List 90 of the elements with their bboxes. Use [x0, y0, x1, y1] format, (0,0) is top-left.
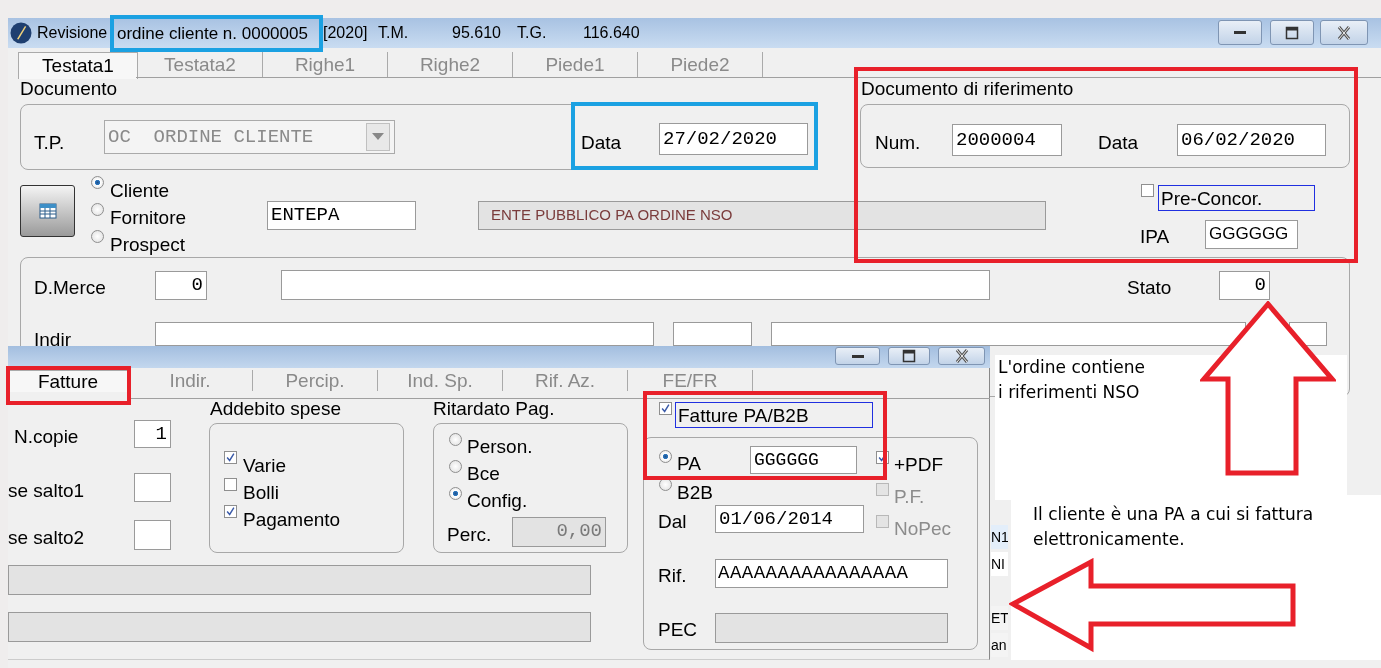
field-label: PEC — [658, 619, 698, 641]
checkbox[interactable] — [1141, 184, 1154, 197]
input-field: 0,00 — [512, 517, 606, 547]
checkbox-label: NoPec — [894, 518, 952, 540]
minimize-button[interactable] — [835, 347, 880, 365]
field-label: Dal — [658, 511, 687, 533]
input-field[interactable] — [155, 322, 654, 346]
table-cell: ET — [991, 606, 1008, 630]
total-value: 95.610 — [452, 23, 501, 43]
field-label: Perc. — [447, 524, 492, 546]
tab[interactable]: Testata1 — [18, 52, 138, 79]
input-field[interactable]: 0 — [1219, 271, 1270, 300]
table-button[interactable] — [20, 185, 75, 237]
field-label: Data — [581, 132, 622, 154]
checkbox[interactable] — [224, 451, 237, 464]
caret-icon — [366, 123, 390, 151]
input-field[interactable]: GGGGGG — [750, 446, 857, 474]
input-field[interactable]: ENTEPA — [267, 201, 416, 230]
input-field[interactable]: GGGGGG — [1205, 220, 1298, 249]
maximize-button[interactable] — [1270, 20, 1314, 45]
checkmark-icon — [225, 506, 236, 517]
field-label: Ritardato Pag. — [433, 398, 555, 420]
radio-label[interactable]: Bce — [467, 463, 500, 485]
pen-icon — [10, 22, 32, 44]
input-field[interactable] — [134, 473, 171, 502]
checkbox-label[interactable]: Varie — [243, 455, 286, 477]
field-label: Indir — [34, 329, 71, 351]
table-icon — [38, 202, 57, 220]
field-label: Documento — [20, 78, 118, 100]
dropdown: OC ORDINE CLIENTE — [104, 120, 395, 154]
input-field[interactable]: 1 — [134, 420, 171, 448]
checkbox-label[interactable]: +PDF — [894, 454, 944, 476]
checkbox[interactable] — [224, 478, 237, 491]
field-label: Data — [1098, 132, 1139, 154]
radio-label[interactable]: B2B — [677, 482, 713, 504]
close-button[interactable] — [938, 347, 985, 365]
input-field[interactable] — [771, 322, 1246, 346]
input-field[interactable]: 0 — [155, 271, 207, 300]
radio-label[interactable]: Person. — [467, 436, 533, 458]
checkmark-icon — [660, 403, 671, 414]
field-label: Stato — [1127, 277, 1172, 299]
window-title: ordine cliente n. 0000005 — [110, 15, 323, 52]
table-cell: NI — [991, 552, 1008, 576]
table-cell: N1 — [991, 525, 1008, 549]
radio-label[interactable]: Prospect — [110, 234, 185, 256]
close-button[interactable] — [1320, 20, 1368, 45]
input-field[interactable] — [134, 520, 171, 550]
checkbox-label[interactable]: Pagamento — [243, 509, 341, 531]
field-label: se salto1 — [8, 480, 85, 502]
total-value: 116.640 — [583, 23, 640, 43]
maximize-button[interactable] — [888, 347, 930, 365]
checkbox-label[interactable]: Pre-Concor. — [1158, 185, 1315, 211]
radio-label[interactable]: Fornitore — [110, 207, 187, 229]
checkmark-icon — [225, 452, 236, 463]
table-cell: an — [991, 633, 1008, 657]
radio-label[interactable]: PA — [677, 453, 701, 475]
minimize-icon — [1234, 31, 1246, 34]
input-field: ENTE PUBBLICO PA ORDINE NSO — [478, 201, 1046, 230]
note-text: L'ordine contiene i riferimenti NSO — [998, 356, 1145, 404]
checkbox-label[interactable]: Bolli — [243, 482, 279, 504]
input-field[interactable] — [281, 270, 990, 300]
note-text: Il cliente è una PA a cui si fattura elettronicamente. — [1033, 503, 1315, 551]
input-field[interactable]: 01/06/2014 — [715, 505, 864, 533]
input-field[interactable] — [673, 322, 752, 346]
field-label: Num. — [875, 132, 921, 154]
input-field[interactable]: 06/02/2020 — [1177, 124, 1326, 156]
field-label: IPA — [1140, 226, 1170, 248]
input-field[interactable]: 2000004 — [952, 124, 1062, 156]
window-title: Revisione — [37, 23, 108, 43]
total-label: T.G. — [517, 23, 547, 43]
checkbox-label: P.F. — [894, 486, 925, 508]
field-label: Addebito spese — [210, 398, 341, 420]
field-label: N.copie — [14, 426, 79, 448]
checkbox[interactable] — [224, 505, 237, 518]
field-label: Documento di riferimento — [861, 78, 1074, 100]
field-label: T.P. — [34, 132, 65, 154]
checkbox-label[interactable]: Fatture PA/B2B — [675, 402, 873, 428]
field-label: D.Merce — [34, 277, 106, 299]
total-label: T.M. — [378, 23, 409, 43]
minimize-icon — [851, 354, 864, 358]
input-field[interactable]: AAAAAAAAAAAAAAAA — [715, 559, 948, 588]
radio-label[interactable]: Cliente — [110, 180, 170, 202]
field-label: Rif. — [658, 565, 687, 587]
checkbox[interactable] — [659, 402, 672, 415]
window-title: [2020] — [323, 23, 368, 43]
minimize-button[interactable] — [1218, 20, 1262, 45]
input-field[interactable]: 27/02/2020 — [659, 123, 808, 155]
tab[interactable]: Fatture — [8, 370, 128, 392]
field-label: se salto2 — [8, 527, 85, 549]
radio-label[interactable]: Config. — [467, 490, 528, 512]
